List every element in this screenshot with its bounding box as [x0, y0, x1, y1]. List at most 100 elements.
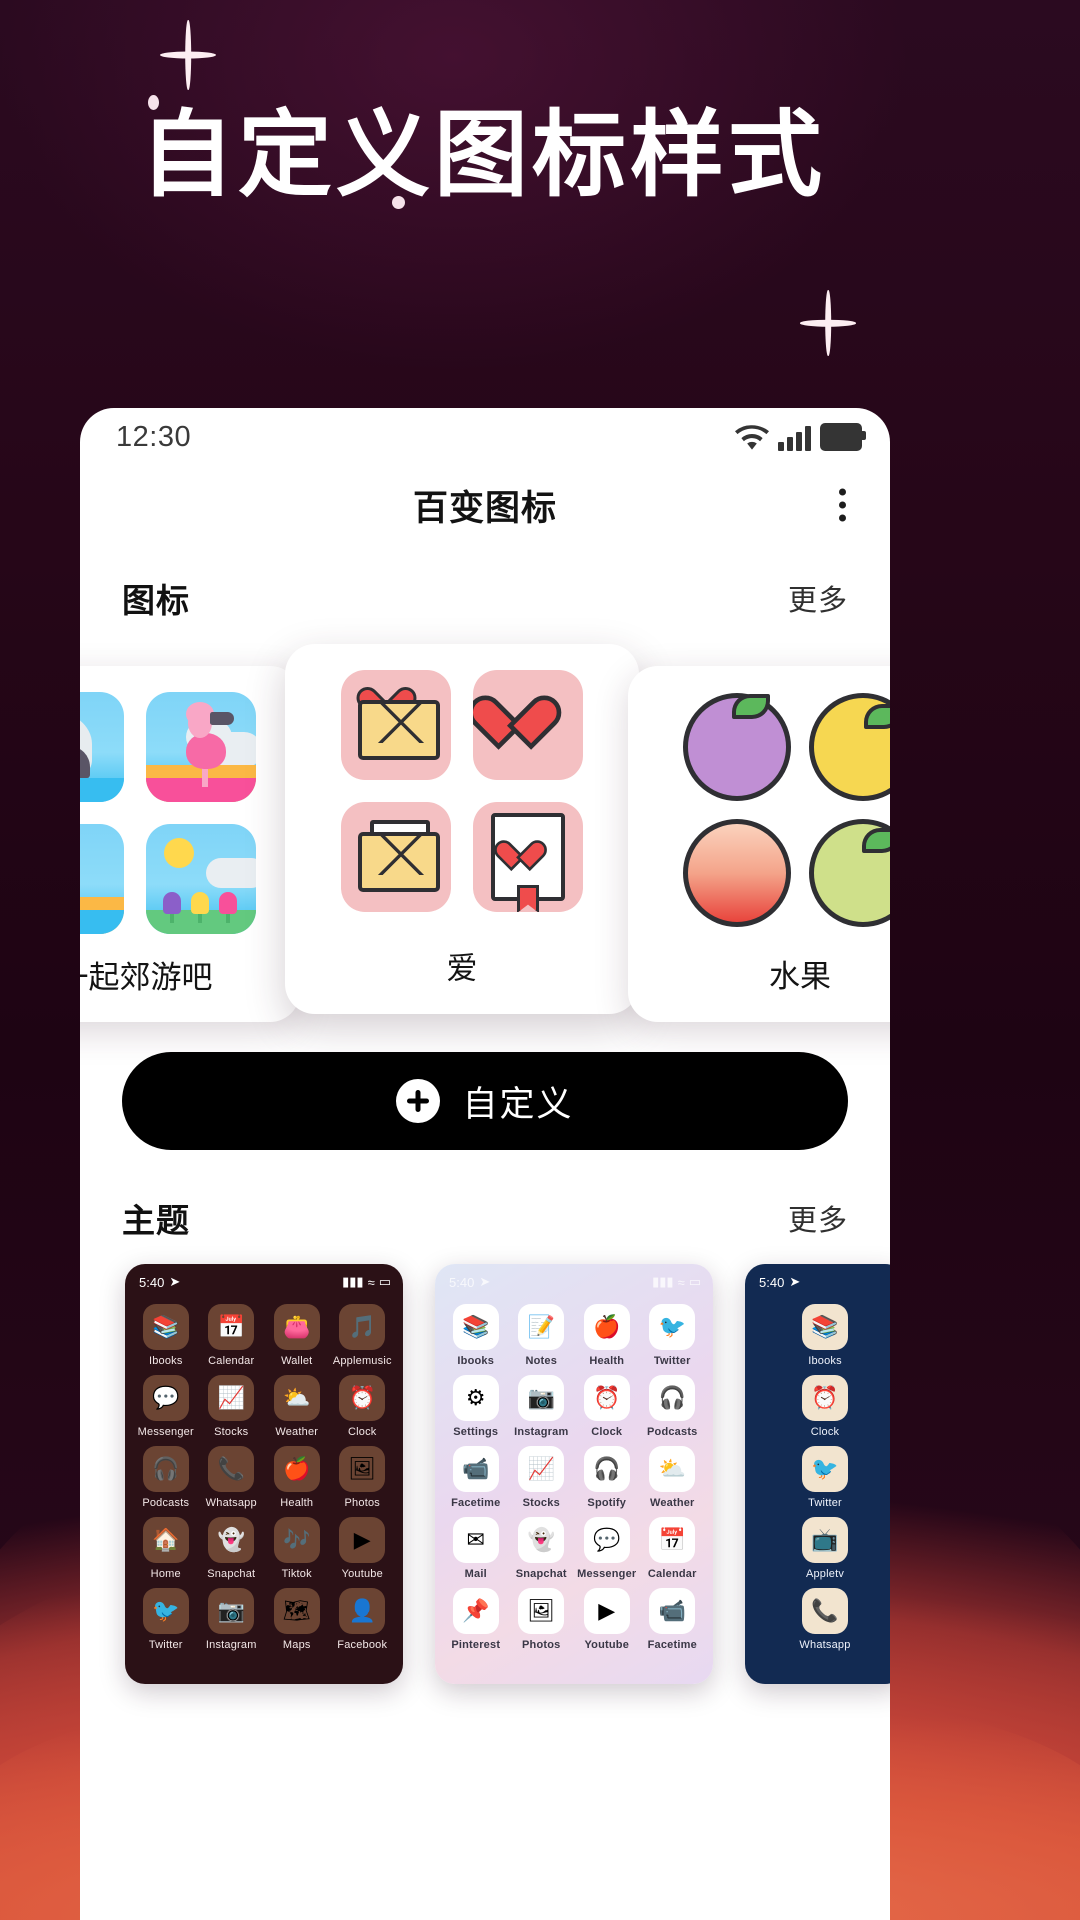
- theme-app-cell: 📚 Ibooks: [755, 1304, 890, 1367]
- notes-icon: 📝: [518, 1304, 565, 1350]
- theme-app-label: Wallet: [281, 1355, 313, 1367]
- health-icon: 🍎: [273, 1446, 320, 1492]
- theme-app-label: Youtube: [584, 1639, 630, 1651]
- lighthouse-tile[interactable]: [80, 824, 124, 934]
- theme-app-label: Podcasts: [646, 1426, 698, 1438]
- photos-icon: 🖼: [518, 1588, 565, 1634]
- theme-app-cell: 👻 Snapchat: [511, 1517, 573, 1580]
- theme-app-cell: ⛅ Weather: [642, 1446, 704, 1509]
- theme-app-cell: 📈 Stocks: [511, 1446, 573, 1509]
- icon-pack-carousel[interactable]: 一起郊游吧: [80, 638, 890, 1022]
- theme-app-cell: 📌 Pinterest: [445, 1588, 507, 1651]
- mail-icon: ✉: [452, 1517, 499, 1563]
- theme-app-label: Settings: [453, 1426, 499, 1438]
- theme-app-cell: ⏰ Clock: [332, 1375, 394, 1438]
- peach-tile[interactable]: [682, 818, 792, 928]
- theme-app-label: Stocks: [522, 1497, 560, 1509]
- theme-app-cell: 🐦 Twitter: [642, 1304, 704, 1367]
- settings-icon: ⚙: [452, 1375, 499, 1421]
- status-time: 12:30: [116, 420, 192, 453]
- theme-preview-card[interactable]: 5:40 ➤ 📚 Ibooks ⏰ Clock 🐦 Twitter 📺 Appletv 📞 Wha…: [745, 1264, 890, 1684]
- theme-app-label: Snapchat: [515, 1568, 567, 1580]
- twitter-icon: 🐦: [649, 1304, 696, 1350]
- theme-app-label: Applemusic: [332, 1355, 392, 1367]
- theme-app-label: Pinterest: [451, 1639, 501, 1651]
- tulips-tile[interactable]: [146, 824, 256, 934]
- grapes-tile[interactable]: [682, 692, 792, 802]
- pear-tile[interactable]: [808, 818, 890, 928]
- maps-icon: 🗺: [273, 1588, 320, 1634]
- theme-app-label: Facetime: [647, 1639, 697, 1651]
- theme-app-cell: 🎧 Spotify: [576, 1446, 638, 1509]
- theme-app-label: Messenger: [577, 1568, 637, 1580]
- home-icon: 🏠: [142, 1517, 189, 1563]
- icon-pack-label: 水果: [769, 959, 831, 994]
- custom-button-label: 自定义: [462, 1084, 574, 1124]
- theme-app-cell: 📞 Whatsapp: [755, 1588, 890, 1651]
- clock-icon: ⏰: [583, 1375, 630, 1421]
- theme-app-cell: 🍎 Health: [266, 1446, 328, 1509]
- theme-app-cell: ▶ Youtube: [332, 1517, 394, 1580]
- theme-app-label: Calendar: [208, 1355, 255, 1367]
- icon-pack-grid: [682, 692, 890, 928]
- theme-app-cell: 💬 Messenger: [576, 1517, 638, 1580]
- polar-bear-tile[interactable]: [80, 692, 124, 802]
- page-headline: 自定义图标样式: [140, 102, 827, 207]
- theme-app-cell: 📺 Appletv: [755, 1517, 890, 1580]
- theme-carousel[interactable]: 5:40 ➤ ▮▮▮ ≈ ▭ 📚 Ibooks 📅 Calendar 👛 Wallet 🎵 A…: [80, 1264, 890, 1684]
- heart-arrow-tile[interactable]: [473, 670, 583, 780]
- theme-app-label: Calendar: [647, 1568, 697, 1580]
- theme-app-label: Snapchat: [207, 1568, 256, 1580]
- theme-app-label: Facebook: [337, 1639, 388, 1651]
- theme-app-label: Photos: [522, 1639, 561, 1651]
- icon-section-header: 图标 更多: [80, 544, 890, 638]
- battery-icon: ▭: [378, 1274, 391, 1289]
- icon-pack-card[interactable]: 爱: [285, 644, 639, 1014]
- ibooks-icon: 📚: [452, 1304, 499, 1350]
- theme-section-header: 主题 更多: [80, 1150, 890, 1258]
- icon-pack-card[interactable]: 水果: [628, 666, 890, 1022]
- youtube-icon: ▶: [583, 1588, 630, 1634]
- theme-section-more-link[interactable]: 更多: [788, 1197, 848, 1239]
- custom-button[interactable]: 自定义: [122, 1052, 848, 1150]
- theme-app-label: Messenger: [137, 1426, 194, 1438]
- phone-mockup: 12:30 百变图标 图标 更多 起郊游吧 爱 水果 自定义 主题 更多 5:4…: [80, 408, 890, 1920]
- icon-pack-card[interactable]: 一起郊游吧: [80, 666, 300, 1022]
- theme-app-cell: 🏠 Home: [135, 1517, 197, 1580]
- theme-app-label: Twitter: [808, 1497, 842, 1509]
- calendar-icon: 📅: [208, 1304, 255, 1350]
- theme-app-cell: 👛 Wallet: [266, 1304, 328, 1367]
- theme-status-time: 5:40: [759, 1274, 785, 1290]
- lemon-tile[interactable]: [808, 692, 890, 802]
- theme-app-label: Clock: [347, 1426, 377, 1438]
- heart-book-tile[interactable]: [473, 802, 583, 912]
- icon-pack-label: 爱: [446, 951, 478, 986]
- theme-app-label: Ibooks: [808, 1355, 842, 1367]
- theme-app-label: Mail: [464, 1568, 487, 1580]
- theme-preview-card[interactable]: 5:40 ➤ ▮▮▮ ≈ ▭ 📚 Ibooks 📅 Calendar 👛 Wallet 🎵 A…: [125, 1264, 403, 1684]
- theme-app-cell: 🎧 Podcasts: [642, 1375, 704, 1438]
- theme-app-label: Home: [150, 1568, 181, 1580]
- theme-preview-card[interactable]: 5:40 ➤ ▮▮▮ ≈ ▭ 📚 Ibooks 📝 Notes 🍎 Health 🐦 Twit…: [435, 1264, 713, 1684]
- theme-app-label: Photos: [344, 1497, 380, 1509]
- signal-icon: ▮▮▮: [652, 1274, 674, 1289]
- kebab-menu-icon[interactable]: [833, 483, 852, 528]
- theme-app-cell: 📹 Facetime: [445, 1446, 507, 1509]
- theme-app-cell: 👤 Facebook: [332, 1588, 394, 1651]
- envelope-dotted-heart-tile[interactable]: [341, 670, 451, 780]
- whatsapp-icon: 📞: [208, 1446, 255, 1492]
- theme-app-label: Maps: [282, 1639, 311, 1651]
- flamingo-tile[interactable]: [146, 692, 256, 802]
- theme-app-cell: 👻 Snapchat: [201, 1517, 263, 1580]
- theme-status-icons: ▮▮▮ ≈ ▭: [342, 1274, 391, 1290]
- facebook-icon: 👤: [339, 1588, 386, 1634]
- envelope-music-heart-tile[interactable]: [341, 802, 451, 912]
- theme-app-cell: 📹 Facetime: [642, 1588, 704, 1651]
- theme-app-label: Weather: [275, 1426, 319, 1438]
- photos-icon: 🖼: [339, 1446, 386, 1492]
- icon-section-more-link[interactable]: 更多: [788, 577, 848, 619]
- stocks-icon: 📈: [208, 1375, 255, 1421]
- theme-app-cell: ⏰ Clock: [576, 1375, 638, 1438]
- theme-app-label: Spotify: [587, 1497, 627, 1509]
- theme-app-label: Youtube: [341, 1568, 383, 1580]
